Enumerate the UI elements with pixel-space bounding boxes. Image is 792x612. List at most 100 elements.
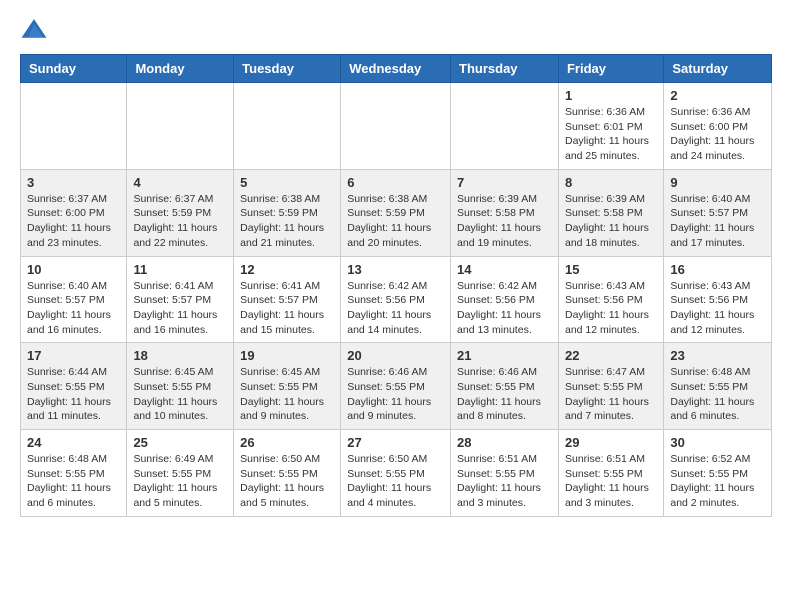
calendar-day-13: 13 Sunrise: 6:42 AM Sunset: 5:56 PM Dayli…	[341, 256, 451, 343]
calendar-day-30: 30Sunrise: 6:52 AM Sunset: 5:55 PM Dayli…	[664, 430, 772, 517]
calendar-day-16: 16 Sunrise: 6:43 AM Sunset: 5:56 PM Dayli…	[664, 256, 772, 343]
day-info: Sunrise: 6:41 AM Sunset: 5:57 PM Dayligh…	[133, 279, 227, 338]
calendar-empty-cell	[234, 83, 341, 170]
calendar-day-29: 29Sunrise: 6:51 AM Sunset: 5:55 PM Dayli…	[558, 430, 663, 517]
day-number: 22	[565, 348, 657, 363]
day-number: 10	[27, 262, 120, 277]
day-number: 8	[565, 175, 657, 190]
calendar-week-row: 1Sunrise: 6:36 AM Sunset: 6:01 PM Daylig…	[21, 83, 772, 170]
calendar-day-23: 23 Sunrise: 6:48 AM Sunset: 5:55 PM Dayli…	[664, 343, 772, 430]
header	[20, 16, 772, 44]
calendar-day-27: 27 Sunrise: 6:50 AM Sunset: 5:55 PM Dayli…	[341, 430, 451, 517]
calendar-day-10: 10 Sunrise: 6:40 AM Sunset: 5:57 PM Dayli…	[21, 256, 127, 343]
calendar-day-28: 28Sunrise: 6:51 AM Sunset: 5:55 PM Dayli…	[451, 430, 559, 517]
calendar-week-row: 17 Sunrise: 6:44 AM Sunset: 5:55 PM Dayli…	[21, 343, 772, 430]
day-info: Sunrise: 6:38 AM Sunset: 5:59 PM Dayligh…	[347, 192, 444, 251]
calendar-weekday-wednesday: Wednesday	[341, 55, 451, 83]
day-number: 3	[27, 175, 120, 190]
day-number: 12	[240, 262, 334, 277]
day-info: Sunrise: 6:37 AM Sunset: 5:59 PM Dayligh…	[133, 192, 227, 251]
day-number: 5	[240, 175, 334, 190]
day-number: 30	[670, 435, 765, 450]
day-number: 1	[565, 88, 657, 103]
day-number: 25	[133, 435, 227, 450]
calendar-empty-cell	[451, 83, 559, 170]
calendar-day-15: 15Sunrise: 6:43 AM Sunset: 5:56 PM Dayli…	[558, 256, 663, 343]
calendar-empty-cell	[21, 83, 127, 170]
calendar-day-25: 25 Sunrise: 6:49 AM Sunset: 5:55 PM Dayli…	[127, 430, 234, 517]
day-info: Sunrise: 6:45 AM Sunset: 5:55 PM Dayligh…	[240, 365, 334, 424]
day-info: Sunrise: 6:37 AM Sunset: 6:00 PM Dayligh…	[27, 192, 120, 251]
day-info: Sunrise: 6:48 AM Sunset: 5:55 PM Dayligh…	[670, 365, 765, 424]
calendar-day-9: 9 Sunrise: 6:40 AM Sunset: 5:57 PM Daylig…	[664, 169, 772, 256]
day-info: Sunrise: 6:47 AM Sunset: 5:55 PM Dayligh…	[565, 365, 657, 424]
day-info: Sunrise: 6:43 AM Sunset: 5:56 PM Dayligh…	[670, 279, 765, 338]
day-number: 4	[133, 175, 227, 190]
calendar-empty-cell	[127, 83, 234, 170]
day-info: Sunrise: 6:48 AM Sunset: 5:55 PM Dayligh…	[27, 452, 120, 511]
calendar-day-5: 5 Sunrise: 6:38 AM Sunset: 5:59 PM Daylig…	[234, 169, 341, 256]
day-info: Sunrise: 6:42 AM Sunset: 5:56 PM Dayligh…	[347, 279, 444, 338]
calendar-week-row: 3 Sunrise: 6:37 AM Sunset: 6:00 PM Daylig…	[21, 169, 772, 256]
day-info: Sunrise: 6:40 AM Sunset: 5:57 PM Dayligh…	[670, 192, 765, 251]
day-info: Sunrise: 6:46 AM Sunset: 5:55 PM Dayligh…	[347, 365, 444, 424]
day-number: 20	[347, 348, 444, 363]
calendar-week-row: 10 Sunrise: 6:40 AM Sunset: 5:57 PM Dayli…	[21, 256, 772, 343]
calendar-day-11: 11 Sunrise: 6:41 AM Sunset: 5:57 PM Dayli…	[127, 256, 234, 343]
day-number: 24	[27, 435, 120, 450]
day-info: Sunrise: 6:42 AM Sunset: 5:56 PM Dayligh…	[457, 279, 552, 338]
day-number: 21	[457, 348, 552, 363]
calendar-day-20: 20 Sunrise: 6:46 AM Sunset: 5:55 PM Dayli…	[341, 343, 451, 430]
day-number: 15	[565, 262, 657, 277]
day-number: 14	[457, 262, 552, 277]
day-info: Sunrise: 6:38 AM Sunset: 5:59 PM Dayligh…	[240, 192, 334, 251]
logo-icon	[20, 16, 48, 44]
calendar-header-row: SundayMondayTuesdayWednesdayThursdayFrid…	[21, 55, 772, 83]
day-number: 29	[565, 435, 657, 450]
day-number: 18	[133, 348, 227, 363]
day-info: Sunrise: 6:36 AM Sunset: 6:00 PM Dayligh…	[670, 105, 765, 164]
day-number: 16	[670, 262, 765, 277]
day-info: Sunrise: 6:39 AM Sunset: 5:58 PM Dayligh…	[565, 192, 657, 251]
day-number: 2	[670, 88, 765, 103]
calendar-weekday-monday: Monday	[127, 55, 234, 83]
day-number: 23	[670, 348, 765, 363]
logo	[20, 16, 52, 44]
day-number: 27	[347, 435, 444, 450]
day-number: 26	[240, 435, 334, 450]
day-info: Sunrise: 6:46 AM Sunset: 5:55 PM Dayligh…	[457, 365, 552, 424]
calendar-day-14: 14 Sunrise: 6:42 AM Sunset: 5:56 PM Dayli…	[451, 256, 559, 343]
day-number: 6	[347, 175, 444, 190]
day-number: 9	[670, 175, 765, 190]
calendar-day-21: 21 Sunrise: 6:46 AM Sunset: 5:55 PM Dayli…	[451, 343, 559, 430]
calendar-weekday-thursday: Thursday	[451, 55, 559, 83]
day-info: Sunrise: 6:40 AM Sunset: 5:57 PM Dayligh…	[27, 279, 120, 338]
calendar-day-8: 8 Sunrise: 6:39 AM Sunset: 5:58 PM Daylig…	[558, 169, 663, 256]
day-number: 19	[240, 348, 334, 363]
day-number: 11	[133, 262, 227, 277]
calendar-day-26: 26Sunrise: 6:50 AM Sunset: 5:55 PM Dayli…	[234, 430, 341, 517]
calendar-day-19: 19 Sunrise: 6:45 AM Sunset: 5:55 PM Dayli…	[234, 343, 341, 430]
calendar-day-12: 12 Sunrise: 6:41 AM Sunset: 5:57 PM Dayli…	[234, 256, 341, 343]
calendar-day-17: 17 Sunrise: 6:44 AM Sunset: 5:55 PM Dayli…	[21, 343, 127, 430]
calendar-weekday-friday: Friday	[558, 55, 663, 83]
calendar-empty-cell	[341, 83, 451, 170]
calendar-day-22: 22 Sunrise: 6:47 AM Sunset: 5:55 PM Dayli…	[558, 343, 663, 430]
calendar-day-3: 3 Sunrise: 6:37 AM Sunset: 6:00 PM Daylig…	[21, 169, 127, 256]
calendar-day-1: 1Sunrise: 6:36 AM Sunset: 6:01 PM Daylig…	[558, 83, 663, 170]
day-info: Sunrise: 6:44 AM Sunset: 5:55 PM Dayligh…	[27, 365, 120, 424]
day-info: Sunrise: 6:41 AM Sunset: 5:57 PM Dayligh…	[240, 279, 334, 338]
calendar-day-2: 2 Sunrise: 6:36 AM Sunset: 6:00 PM Daylig…	[664, 83, 772, 170]
day-number: 17	[27, 348, 120, 363]
day-info: Sunrise: 6:51 AM Sunset: 5:55 PM Dayligh…	[457, 452, 552, 511]
day-info: Sunrise: 6:45 AM Sunset: 5:55 PM Dayligh…	[133, 365, 227, 424]
calendar-day-4: 4 Sunrise: 6:37 AM Sunset: 5:59 PM Daylig…	[127, 169, 234, 256]
day-number: 13	[347, 262, 444, 277]
calendar-day-24: 24 Sunrise: 6:48 AM Sunset: 5:55 PM Dayli…	[21, 430, 127, 517]
day-info: Sunrise: 6:50 AM Sunset: 5:55 PM Dayligh…	[347, 452, 444, 511]
calendar-weekday-tuesday: Tuesday	[234, 55, 341, 83]
day-info: Sunrise: 6:49 AM Sunset: 5:55 PM Dayligh…	[133, 452, 227, 511]
calendar-day-7: 7Sunrise: 6:39 AM Sunset: 5:58 PM Daylig…	[451, 169, 559, 256]
calendar-weekday-saturday: Saturday	[664, 55, 772, 83]
day-number: 7	[457, 175, 552, 190]
